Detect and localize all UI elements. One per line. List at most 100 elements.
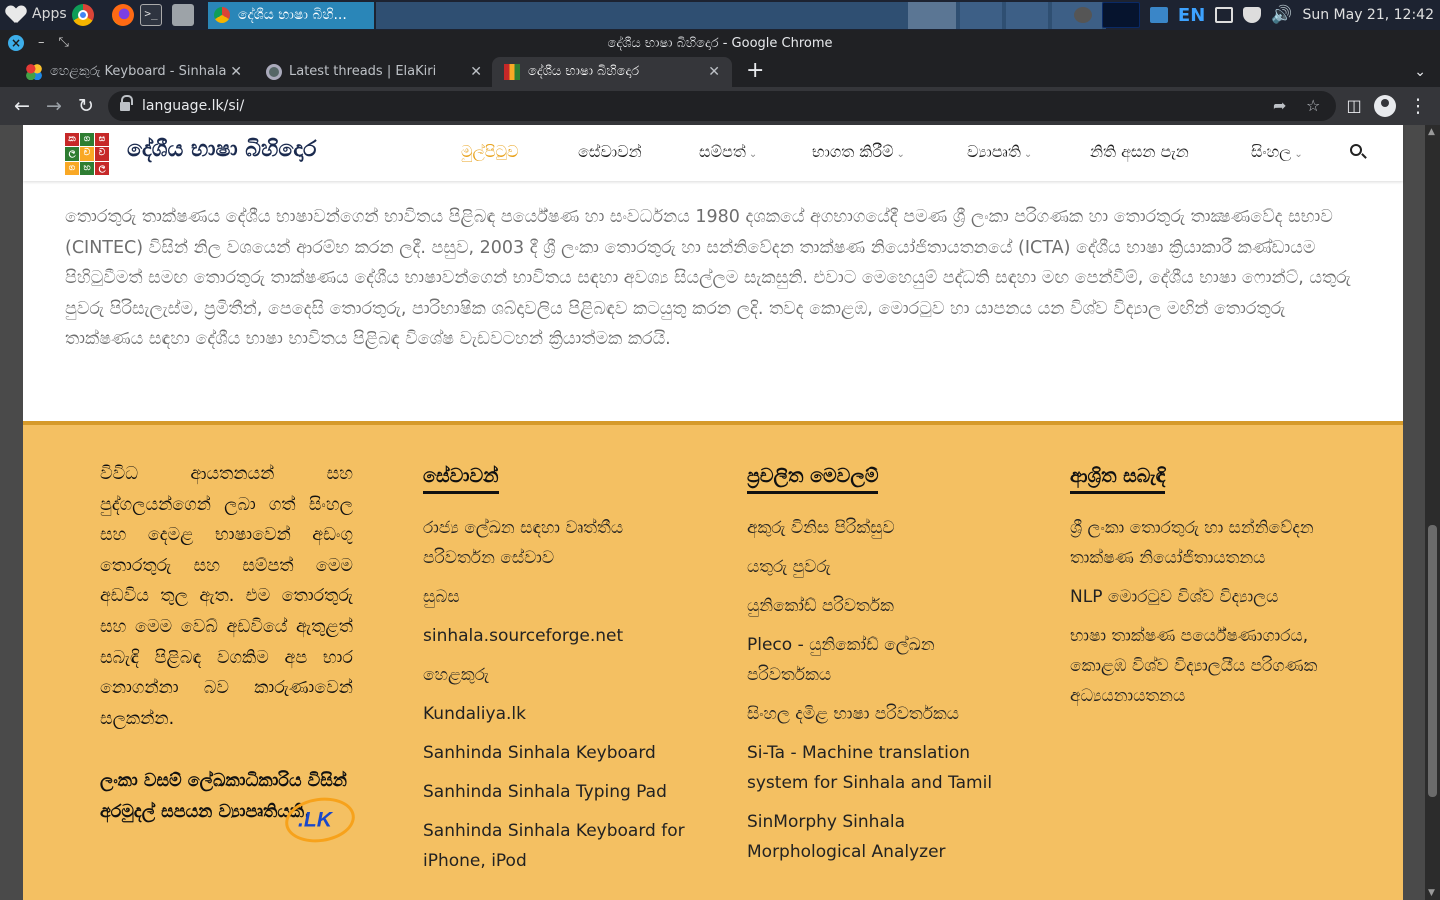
footer-col-tools: ප්‍රචලිත මෙවලම් අකුරු විනිස පිරික්සුව යත…	[747, 465, 1007, 876]
nav-resources[interactable]: සම්පත් ⌄	[699, 142, 757, 162]
firefox-launcher-icon[interactable]	[112, 4, 134, 26]
close-tab-icon[interactable]: ✕	[470, 57, 482, 87]
nav-label: සිංහල	[1251, 142, 1292, 161]
forward-arrow-icon[interactable]: →	[40, 87, 68, 125]
footer-link[interactable]: භාෂා තාක්ෂණ පර්යේෂණාගාරය, කොළඹ විශ්ව විද…	[1070, 621, 1320, 711]
window-titlebar: × – ⤡ දේශීය භාෂා බිහිදොර - Google Chrome	[0, 30, 1440, 57]
page-scrollbar[interactable]: ▲ ▼	[1425, 125, 1440, 900]
volume-icon[interactable]: 🔊	[1271, 5, 1292, 25]
footer-link[interactable]: SinMorphy Sinhala Morphological Analyzer	[747, 807, 1007, 867]
tab-elakiri[interactable]: Latest threads | ElaKiri ✕	[240, 57, 494, 87]
tab-title: හෙළකුරු Keyboard - Sinhala	[50, 64, 227, 79]
nav-label: සම්පත්	[699, 142, 746, 161]
workspace-2[interactable]	[960, 2, 1002, 29]
nav-faq[interactable]: නිති අසන පැන	[1090, 142, 1189, 162]
search-icon[interactable]	[1350, 144, 1362, 156]
back-arrow-icon[interactable]: ←	[8, 87, 36, 125]
shield-icon[interactable]	[1243, 7, 1262, 23]
footer-link[interactable]: හෙළකුරු	[423, 660, 693, 690]
address-bar[interactable]: language.lk/si/ ➦ ☆	[108, 91, 1336, 121]
logo-letter: ව	[95, 147, 109, 161]
side-panel-icon[interactable]: ◫	[1340, 87, 1368, 125]
keyboard-layout-indicator[interactable]: EN	[1178, 5, 1205, 26]
workspace-1[interactable]	[908, 2, 956, 29]
chrome-launcher-icon[interactable]	[72, 4, 94, 26]
site-footer: විවිධ ආයතනයන් සහ පුද්ගලයන්ගෙන් ලබා ගත් ස…	[23, 421, 1403, 900]
chevron-down-icon: ⌄	[748, 149, 758, 160]
display-tray-icon[interactable]	[1149, 7, 1168, 23]
page-viewport: ක ග ස ල ච ව ග හ ල දේශීය භාෂා බිහිදොර මුල…	[0, 125, 1425, 900]
apps-menu-button[interactable]: Apps	[6, 5, 67, 23]
footer-link[interactable]: ශ්‍රී ලංකා තොරතුරු හා සන්නිවේදන තාක්ෂණ න…	[1070, 513, 1320, 573]
footer-link-list: අකුරු විනිස පිරික්සුව යතුරු පුවරු යුනිකෝ…	[747, 513, 1007, 867]
window-title: දේශීය භාෂා බිහිදොර - Google Chrome	[607, 36, 833, 51]
site-page: ක ග ස ල ච ව ග හ ල දේශීය භාෂා බිහිදොර මුල…	[23, 125, 1403, 900]
intro-paragraph: තොරතුරු තාක්ෂණය දේශීය භාෂාවන්ගෙන් භාවිතය…	[65, 207, 1351, 350]
share-icon[interactable]: ➦	[1273, 91, 1286, 121]
footer-link[interactable]: රාජ්‍ය ලේඛන සඳහා වෘත්තීය පරිවර්තන සේවාව	[423, 513, 693, 573]
site-logo-icon[interactable]: ක ග ස ල ච ව ග හ ල	[65, 133, 109, 175]
profile-avatar-icon[interactable]	[1374, 95, 1396, 117]
logo-letter: ස	[95, 133, 109, 147]
lk-logo-text: .LK	[298, 808, 332, 832]
close-window-icon[interactable]: ×	[8, 35, 24, 51]
footer-link[interactable]: යුනිකෝඩ් පරිවර්තක	[747, 591, 1007, 621]
footer-link[interactable]: Sanhinda Sinhala Keyboard	[423, 738, 693, 768]
logo-letter: ල	[95, 161, 109, 175]
taskbar-window-title: දේශීය භාෂා බිහි...	[238, 7, 347, 23]
taskbar-chrome-window[interactable]: දේශීය භාෂා බිහි...	[208, 2, 374, 29]
footer-link[interactable]: අකුරු විනිස පිරික්සුව	[747, 513, 1007, 543]
kebab-menu-icon[interactable]: ⋮	[1404, 87, 1432, 125]
clock[interactable]: Sun May 21, 12:42	[1302, 7, 1434, 23]
clipboard-icon[interactable]	[1215, 7, 1234, 23]
footer-link[interactable]: sinhala.sourceforge.net	[423, 621, 693, 651]
nav-services[interactable]: සේවාවන්	[578, 142, 642, 162]
footer-link[interactable]: Kundaliya.lk	[423, 699, 693, 729]
scrollbar-thumb[interactable]	[1428, 525, 1437, 797]
helakuru-favicon-icon	[26, 64, 42, 80]
footer-about-text: විවිධ ආයතනයන් සහ පුද්ගලයන්ගෙන් ලබා ගත් ස…	[100, 464, 353, 729]
maximize-window-icon[interactable]: ⤡	[59, 35, 69, 51]
footer-link[interactable]: සිංහල දමිළ භාෂා පරිවර්තකය	[747, 699, 1007, 729]
settings-tray-icon[interactable]	[1073, 7, 1092, 23]
footer-link[interactable]: Si-Ta - Machine translation system for S…	[747, 738, 1007, 798]
site-name[interactable]: දේශීය භාෂා බිහිදොර	[127, 137, 316, 162]
terminal-launcher-icon[interactable]: >_	[140, 4, 162, 26]
nav-downloads[interactable]: භාගත කිරීම් ⌄	[812, 142, 905, 162]
scroll-down-arrow-icon[interactable]: ▼	[1428, 888, 1435, 898]
workspace-switcher[interactable]	[376, 2, 1106, 29]
tab-title: Latest threads | ElaKiri	[289, 64, 437, 79]
logo-letter: හ	[80, 161, 94, 175]
workspace-3[interactable]	[1006, 2, 1048, 29]
logo-letter: ග	[80, 133, 94, 147]
footer-link[interactable]: NLP මොරටුව විශ්ව විද්‍යාලය	[1070, 582, 1320, 612]
tab-helakuru[interactable]: හෙළකුරු Keyboard - Sinhala ✕	[0, 57, 254, 87]
minimize-window-icon[interactable]: –	[38, 35, 45, 51]
nav-label: ව්‍යාපෘති	[967, 142, 1021, 161]
tab-strip: හෙළකුරු Keyboard - Sinhala ✕ Latest thre…	[0, 57, 1440, 87]
logo-letter: ල	[65, 147, 79, 161]
chevron-down-icon: ⌄	[896, 149, 905, 160]
browser-toolbar: ← → ↻ language.lk/si/ ➦ ☆ ◫ ⋮	[0, 87, 1440, 125]
footer-link[interactable]: සුබස	[423, 582, 693, 612]
footer-link[interactable]: යතුරු පුවරු	[747, 552, 1007, 582]
tab-language-lk[interactable]: දේශීය භාෂා බිහිදොර ✕	[492, 57, 732, 87]
bookmark-star-icon[interactable]: ☆	[1306, 91, 1320, 121]
footer-link[interactable]: Pleco - යුනිකෝඩ් ලේඛන පරිවර්තකය	[747, 630, 1007, 690]
tab-search-chevron-icon[interactable]: ⌄	[1414, 57, 1426, 87]
cpu-monitor-icon[interactable]	[1101, 2, 1140, 28]
elakiri-favicon-icon	[266, 64, 282, 80]
scroll-up-arrow-icon[interactable]: ▲	[1428, 127, 1435, 137]
nav-home[interactable]: මුල්පිටුව	[461, 142, 519, 162]
nav-projects[interactable]: ව්‍යාපෘති ⌄	[967, 142, 1032, 162]
nav-language-sinhala[interactable]: සිංහල ⌄	[1251, 142, 1303, 162]
footer-link[interactable]: Sanhinda Sinhala Typing Pad	[423, 777, 693, 807]
close-tab-icon[interactable]: ✕	[708, 57, 720, 87]
footer-link[interactable]: Sanhinda Sinhala Keyboard for iPhone, iP…	[423, 816, 693, 876]
logo-letter: ක	[65, 133, 79, 147]
files-launcher-icon[interactable]	[172, 4, 194, 26]
reload-icon[interactable]: ↻	[72, 87, 100, 125]
lock-icon[interactable]	[120, 95, 133, 112]
new-tab-plus-icon[interactable]: +	[746, 57, 764, 85]
url-text[interactable]: language.lk/si/	[142, 91, 244, 121]
